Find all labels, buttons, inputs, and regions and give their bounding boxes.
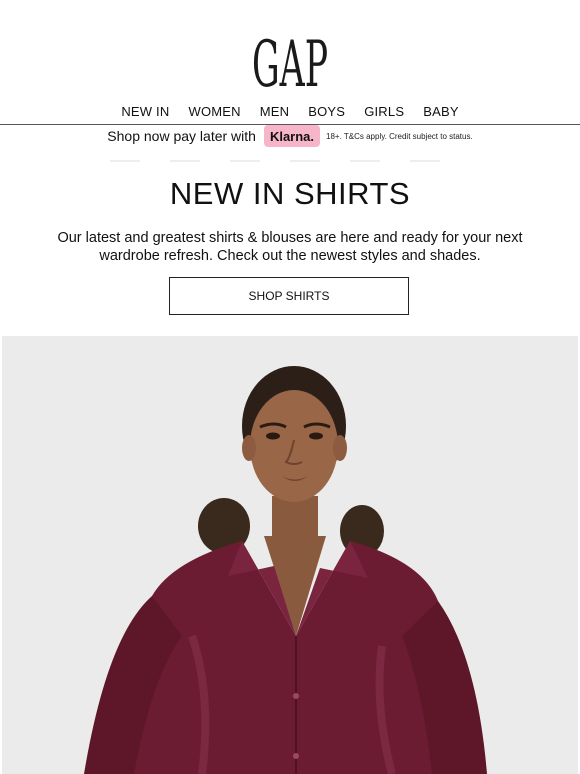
nav-item-baby[interactable]: BABY: [423, 104, 458, 124]
shop-shirts-button[interactable]: SHOP SHIRTS: [169, 277, 409, 315]
nav-item-boys[interactable]: BOYS: [308, 104, 345, 124]
nav-item-new-in[interactable]: NEW IN: [121, 104, 169, 124]
model-photo: [2, 336, 578, 774]
faded-divider: [110, 160, 470, 162]
nav-item-girls[interactable]: GIRLS: [364, 104, 404, 124]
klarna-terms-note: 18+. T&Cs apply. Credit subject to statu…: [326, 131, 473, 141]
nav-item-men[interactable]: MEN: [260, 104, 290, 124]
klarna-banner[interactable]: Shop now pay later with Klarna. 18+. T&C…: [0, 124, 580, 148]
nav-item-women[interactable]: WOMEN: [188, 104, 240, 124]
klarna-badge: Klarna.: [263, 125, 321, 147]
email-page: GAP NEW IN WOMEN MEN BOYS GIRLS BABY Sho…: [0, 0, 580, 774]
logo-text: GAP: [252, 28, 328, 92]
main-nav: NEW IN WOMEN MEN BOYS GIRLS BABY: [0, 104, 580, 124]
page-title: NEW IN SHIRTS: [169, 176, 411, 211]
gap-logo[interactable]: GAP: [0, 28, 580, 92]
hero-image[interactable]: [2, 336, 578, 774]
promo-description: Our latest and greatest shirts & blouses…: [57, 230, 523, 264]
klarna-promo-text: Shop now pay later with: [107, 128, 256, 144]
gap-logo-mark: GAP: [252, 28, 328, 92]
